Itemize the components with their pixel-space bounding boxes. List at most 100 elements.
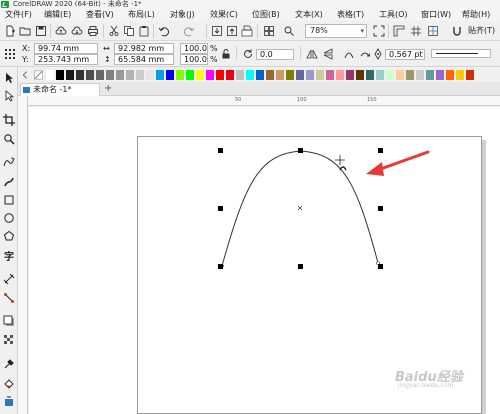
open-icon[interactable]	[18, 24, 31, 37]
color-swatch[interactable]	[256, 70, 265, 80]
color-swatch[interactable]	[176, 70, 185, 80]
grid-icon[interactable]	[409, 24, 422, 37]
fullscreen-icon[interactable]	[372, 24, 385, 37]
color-swatch[interactable]	[126, 70, 135, 80]
transparency-icon[interactable]	[2, 333, 15, 346]
selection-handle-bottom-right[interactable]	[378, 264, 383, 269]
horizontal-ruler[interactable]: 50 100 150	[28, 96, 500, 106]
close-curve-icon[interactable]	[342, 47, 355, 60]
paste-icon[interactable]	[137, 24, 150, 37]
menu-layout[interactable]: 布局(L)	[128, 9, 155, 21]
crop-tool-icon[interactable]	[2, 113, 15, 126]
artistic-media-icon[interactable]	[2, 175, 15, 188]
zoom-tool-icon[interactable]	[2, 132, 15, 145]
ellipse-tool-icon[interactable]	[2, 211, 15, 224]
color-swatch[interactable]	[336, 70, 345, 80]
document-tab[interactable]: 未命名 -1*	[20, 83, 100, 96]
cloud-upload-icon[interactable]	[54, 24, 67, 37]
color-swatch[interactable]	[116, 70, 125, 80]
menu-bitmaps[interactable]: 位图(B)	[252, 9, 280, 21]
undo-icon[interactable]	[157, 24, 170, 37]
menu-file[interactable]: 文件(F)	[5, 9, 32, 21]
color-swatch[interactable]	[376, 70, 385, 80]
color-swatch[interactable]	[276, 70, 285, 80]
publish-pdf-icon[interactable]	[240, 24, 253, 37]
menu-window[interactable]: 窗口(W)	[421, 9, 451, 21]
shape-tool-icon[interactable]	[2, 89, 15, 102]
eyedropper-icon[interactable]	[2, 357, 15, 370]
color-swatch[interactable]	[266, 70, 275, 80]
rectangle-tool-icon[interactable]	[2, 193, 15, 206]
search-content-icon[interactable]	[282, 24, 295, 37]
print-icon[interactable]	[86, 24, 99, 37]
save-icon[interactable]	[34, 24, 47, 37]
import-icon[interactable]	[210, 24, 223, 37]
drop-shadow-icon[interactable]	[2, 314, 15, 327]
text-tool-icon[interactable]: 字	[2, 249, 15, 262]
height-field[interactable]: 65.584 mm	[114, 54, 174, 65]
color-swatch[interactable]	[86, 70, 95, 80]
reverse-direction-icon[interactable]	[358, 47, 371, 60]
rulers-icon[interactable]	[392, 24, 405, 37]
snap-to-dropdown[interactable]: 贴齐(T)	[468, 23, 495, 39]
no-fill-swatch-icon[interactable]	[33, 68, 44, 81]
selection-handle-bottom-left[interactable]	[218, 264, 223, 269]
menu-edit[interactable]: 编辑(E)	[44, 9, 71, 21]
smart-fill-icon[interactable]	[2, 395, 15, 408]
menu-effects[interactable]: 效果(C)	[210, 9, 238, 21]
vertical-ruler[interactable]	[18, 96, 28, 414]
palette-scroll-left-icon[interactable]	[20, 68, 30, 81]
width-field[interactable]: 92.982 mm	[114, 43, 174, 54]
color-swatch[interactable]	[446, 70, 455, 80]
object-origin-icon[interactable]	[3, 47, 16, 60]
color-swatch[interactable]	[146, 70, 155, 80]
y-position-field[interactable]: 253.743 mm	[34, 54, 98, 65]
color-swatch[interactable]	[416, 70, 425, 80]
color-swatch[interactable]	[166, 70, 175, 80]
color-swatch[interactable]	[366, 70, 375, 80]
color-swatch[interactable]	[136, 70, 145, 80]
menu-text[interactable]: 文本(X)	[295, 9, 323, 21]
outline-pen-icon[interactable]	[371, 47, 384, 60]
x-position-field[interactable]: 99.74 mm	[34, 43, 98, 54]
color-swatch[interactable]	[286, 70, 295, 80]
cloud-download-icon[interactable]	[70, 24, 83, 37]
selection-handle-top-right[interactable]	[378, 148, 383, 153]
zoom-level-dropdown[interactable]: 78% ▾	[305, 24, 367, 38]
pick-tool-icon[interactable]	[2, 71, 15, 84]
scale-height-field[interactable]: 100.0	[180, 54, 208, 65]
menu-tools[interactable]: 工具(O)	[379, 9, 408, 21]
color-swatch[interactable]	[306, 70, 315, 80]
polygon-tool-icon[interactable]	[2, 229, 15, 242]
menu-view[interactable]: 查看(V)	[86, 9, 114, 21]
redo-icon[interactable]	[182, 24, 195, 37]
color-swatch[interactable]	[466, 70, 475, 80]
connector-tool-icon[interactable]	[2, 291, 15, 304]
launcher-icon[interactable]	[262, 24, 275, 37]
color-swatch[interactable]	[206, 70, 215, 80]
color-swatch[interactable]	[186, 70, 195, 80]
color-swatch[interactable]	[326, 70, 335, 80]
new-tab-icon[interactable]: +	[104, 83, 112, 95]
line-style-dropdown[interactable]	[431, 49, 491, 58]
color-swatch[interactable]	[436, 70, 445, 80]
color-swatch[interactable]	[156, 70, 165, 80]
color-swatch[interactable]	[56, 70, 65, 80]
color-swatch[interactable]	[66, 70, 75, 80]
guidelines-icon[interactable]	[426, 24, 439, 37]
parallel-dimension-icon[interactable]	[2, 272, 15, 285]
interactive-fill-icon[interactable]	[2, 376, 15, 389]
copy-icon[interactable]	[122, 24, 135, 37]
selection-handle-top-center[interactable]	[298, 148, 303, 153]
color-swatch[interactable]	[216, 70, 225, 80]
new-icon[interactable]	[3, 24, 16, 37]
menu-object[interactable]: 对象(J)	[170, 9, 195, 21]
selection-handle-middle-left[interactable]	[218, 206, 223, 211]
selection-handle-bottom-center[interactable]	[298, 264, 303, 269]
color-swatch[interactable]	[196, 70, 205, 80]
mirror-horizontal-icon[interactable]	[305, 47, 318, 60]
color-swatch[interactable]	[46, 70, 55, 80]
color-swatch[interactable]	[236, 70, 245, 80]
menu-table[interactable]: 表格(T)	[337, 9, 364, 21]
freehand-tool-icon[interactable]	[2, 155, 15, 168]
